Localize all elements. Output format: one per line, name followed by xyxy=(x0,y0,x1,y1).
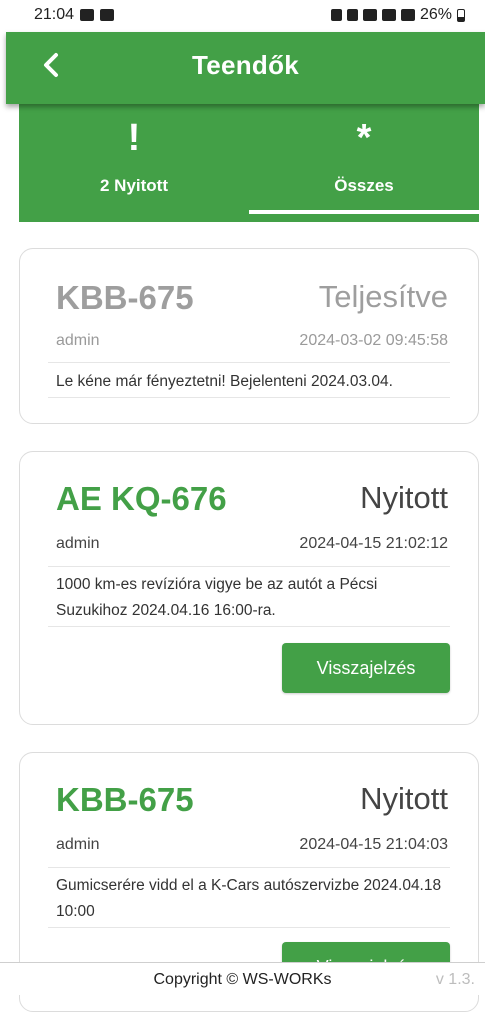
task-plate: AE KQ-676 xyxy=(56,480,227,517)
app-bar: Teendők xyxy=(6,32,485,104)
divider xyxy=(48,566,450,567)
version-label: v 1.3. xyxy=(435,971,475,988)
image-icon xyxy=(100,9,115,21)
battery-icon xyxy=(457,8,465,22)
alarm-icon xyxy=(346,9,358,21)
task-user: admin xyxy=(56,836,100,853)
task-date: 2024-04-15 21:04:03 xyxy=(299,836,448,853)
exclamation-icon: ! xyxy=(127,117,141,159)
tab-all-label: Összes xyxy=(334,176,394,195)
divider xyxy=(48,867,450,868)
copyright-text: Copyright © WS-WORKs xyxy=(153,971,332,988)
task-plate: KBB-675 xyxy=(56,279,194,316)
task-date: 2024-03-02 09:45:58 xyxy=(299,332,448,349)
divider xyxy=(48,927,450,928)
sim-icon xyxy=(330,9,342,21)
task-note: 1000 km-es revízióra vigye be az autót a… xyxy=(56,576,378,619)
task-status: Nyitott xyxy=(360,781,448,816)
status-time: 21:04 xyxy=(34,6,75,23)
status-bar-left: 21:04 xyxy=(34,6,115,24)
task-user: admin xyxy=(56,332,100,349)
task-note: Le kéne már fényeztetni! Bejelenteni 202… xyxy=(56,373,393,390)
battery-percent: 26% xyxy=(419,6,452,23)
wifi-icon xyxy=(362,9,377,21)
footer: Copyright © WS-WORKs v 1.3. xyxy=(0,962,485,995)
page-title: Teendők xyxy=(191,50,300,80)
task-user: admin xyxy=(56,535,100,552)
divider xyxy=(48,397,450,398)
task-card[interactable]: KBB-675 Teljesítve admin 2024-03-02 09:4… xyxy=(19,248,479,424)
mail-icon xyxy=(80,9,95,21)
tab-open-label: 2 Nyitott xyxy=(100,176,168,195)
call-signal-icon xyxy=(400,9,415,21)
tab-all[interactable]: * Összes xyxy=(249,104,479,222)
tab-open[interactable]: ! 2 Nyitott xyxy=(19,104,249,222)
task-note: Gumicserére vidd el a K-Cars autószerviz… xyxy=(56,877,442,920)
asterisk-icon: * xyxy=(356,117,372,159)
filter-tabs: ! 2 Nyitott * Összes xyxy=(19,104,479,222)
active-tab-indicator xyxy=(249,210,479,214)
task-plate: KBB-675 xyxy=(56,781,194,818)
divider xyxy=(48,362,450,363)
task-status: Teljesítve xyxy=(318,279,448,314)
divider xyxy=(48,626,450,627)
status-bar-right: 26% xyxy=(330,6,465,24)
feedback-button[interactable]: Visszajelzés xyxy=(282,643,450,693)
task-status: Nyitott xyxy=(360,480,448,515)
task-card[interactable]: AE KQ-676 Nyitott admin 2024-04-15 21:02… xyxy=(19,451,479,725)
task-date: 2024-04-15 21:02:12 xyxy=(299,535,448,552)
status-bar: 21:04 26% xyxy=(0,0,485,32)
signal-icon xyxy=(381,9,396,21)
